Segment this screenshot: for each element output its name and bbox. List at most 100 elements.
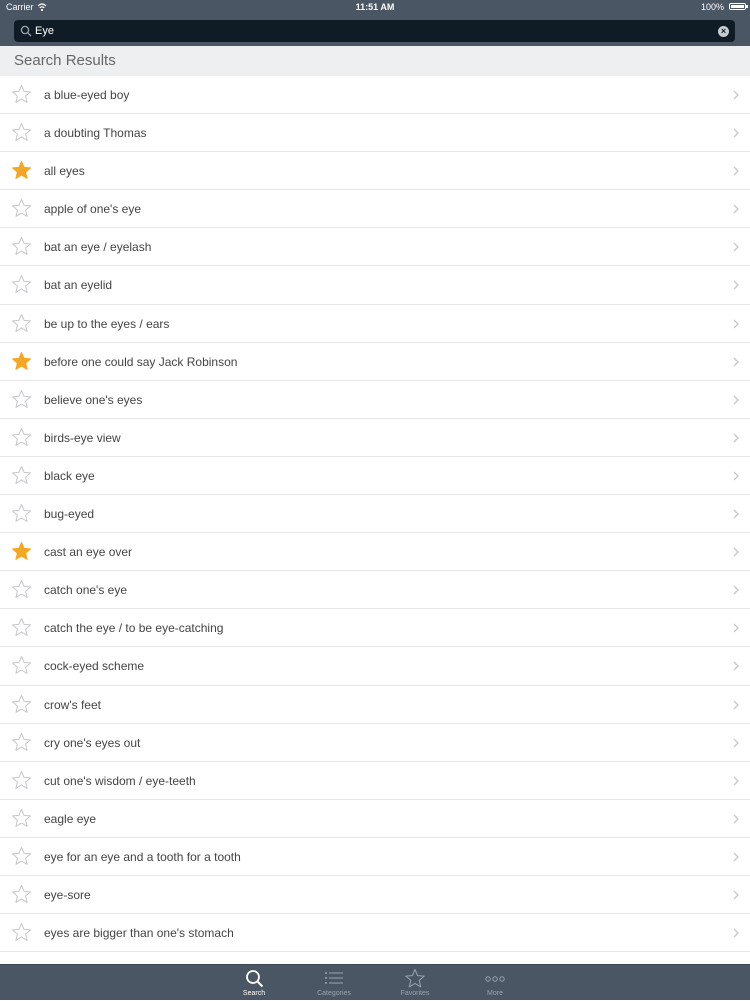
tab-search[interactable]: Search (224, 965, 284, 1001)
chevron-right-icon (733, 90, 739, 100)
chevron-right-icon (733, 166, 739, 176)
star-outline-icon[interactable] (11, 236, 32, 257)
list-item-label: eye for an eye and a tooth for a tooth (44, 849, 241, 864)
search-input[interactable] (35, 20, 715, 42)
list-item[interactable]: be up to the eyes / ears (0, 305, 750, 343)
search-field-container[interactable]: × (14, 20, 735, 42)
star-outline-icon[interactable] (11, 427, 32, 448)
chevron-right-icon (733, 738, 739, 748)
star-outline-icon[interactable] (11, 122, 32, 143)
list-item[interactable]: cock-eyed scheme (0, 647, 750, 686)
list-item[interactable]: eye-sore (0, 876, 750, 915)
tab-more[interactable]: More (465, 965, 525, 1001)
star-outline-icon[interactable] (11, 846, 32, 867)
list-item[interactable]: eagle eye (0, 800, 750, 838)
clear-search-icon[interactable]: × (718, 26, 729, 37)
search-icon (20, 25, 32, 37)
star-outline-icon[interactable] (11, 808, 32, 829)
star-outline-icon[interactable] (11, 84, 32, 105)
list-item-label: black eye (44, 468, 95, 483)
list-item-label: before one could say Jack Robinson (44, 354, 238, 369)
chevron-right-icon (733, 509, 739, 519)
chevron-right-icon (733, 890, 739, 900)
list-item[interactable]: bat an eyelid (0, 266, 750, 305)
star-icon (405, 969, 425, 988)
list-item[interactable]: a doubting Thomas (0, 114, 750, 153)
star-outline-icon[interactable] (11, 503, 32, 524)
list-item[interactable]: cry one's eyes out (0, 724, 750, 762)
list-item[interactable]: all eyes (0, 152, 750, 191)
status-bar: Carrier 11:51 AM 100% (0, 0, 750, 14)
star-filled-icon[interactable] (11, 351, 32, 372)
list-item[interactable]: bat an eye / eyelash (0, 228, 750, 267)
tab-categories[interactable]: Categories (304, 965, 364, 1001)
list-item-label: cock-eyed scheme (44, 659, 145, 674)
tab-favorites[interactable]: Favorites (385, 965, 445, 1001)
list-item[interactable]: before one could say Jack Robinson (0, 343, 750, 381)
list-item-label: cry one's eyes out (44, 735, 141, 750)
list-item-label: bug-eyed (44, 507, 95, 522)
list-item[interactable]: crow's feet (0, 686, 750, 724)
list-item[interactable]: catch one's eye (0, 571, 750, 610)
star-outline-icon[interactable] (11, 617, 32, 638)
more-icon (485, 976, 505, 982)
star-outline-icon[interactable] (11, 922, 32, 943)
chevron-right-icon (733, 433, 739, 443)
list-item-label: a blue-eyed boy (44, 88, 130, 102)
chevron-right-icon (733, 547, 739, 557)
list-item[interactable]: birds-eye view (0, 419, 750, 457)
list-item-label: birds-eye view (44, 430, 121, 445)
chevron-right-icon (733, 319, 739, 329)
list-item-label: a doubting Thomas (44, 126, 147, 141)
list-item[interactable]: catch the eye / to be eye-catching (0, 609, 750, 648)
chevron-right-icon (733, 700, 739, 709)
chevron-right-icon (733, 357, 739, 367)
star-outline-icon[interactable] (11, 655, 32, 676)
star-outline-icon[interactable] (11, 884, 32, 905)
star-outline-icon[interactable] (11, 274, 32, 295)
list-icon (325, 972, 343, 984)
list-item[interactable]: a blue-eyed boy (0, 76, 750, 115)
star-outline-icon[interactable] (11, 313, 32, 334)
list-item-label: eye-sore (44, 887, 91, 902)
tab-label: Search (242, 990, 266, 997)
list-item[interactable]: bug-eyed (0, 495, 750, 534)
chevron-right-icon (733, 661, 739, 671)
tab-label: Categories (317, 990, 351, 997)
star-filled-icon[interactable] (11, 160, 32, 181)
star-outline-icon[interactable] (11, 770, 32, 791)
star-outline-icon[interactable] (11, 465, 32, 486)
star-outline-icon[interactable] (11, 579, 32, 600)
list-item-label: bat an eye / eyelash (44, 240, 152, 255)
star-outline-icon[interactable] (11, 389, 32, 410)
list-item-label: all eyes (44, 164, 85, 179)
list-item-label: eyes are bigger than one's stomach (44, 926, 234, 941)
list-item-label: cast an eye over (44, 545, 133, 560)
list-item[interactable]: cut one's wisdom / eye-teeth (0, 762, 750, 800)
results-list: a blue-eyed boy a doubting Thomas all eyes… (0, 76, 750, 964)
chevron-right-icon (733, 242, 739, 252)
section-header: Search Results (0, 46, 750, 76)
chevron-right-icon (733, 204, 739, 214)
list-item-label: crow's feet (44, 697, 101, 712)
list-item[interactable]: eyes are bigger than one's stomach (0, 914, 750, 953)
list-item[interactable]: cast an eye over (0, 533, 750, 572)
chevron-right-icon (733, 128, 739, 138)
chevron-right-icon (733, 852, 739, 862)
star-outline-icon[interactable] (11, 732, 32, 753)
list-item[interactable]: apple of one's eye (0, 190, 750, 229)
list-item[interactable]: believe one's eyes (0, 381, 750, 419)
star-outline-icon[interactable] (11, 694, 32, 715)
tab-label: Favorites (400, 990, 430, 997)
list-item-label: believe one's eyes (44, 392, 143, 407)
list-item-label: catch one's eye (44, 583, 128, 598)
list-item[interactable]: black eye (0, 457, 750, 496)
chevron-right-icon (733, 776, 739, 786)
chevron-right-icon (733, 814, 739, 824)
battery-icon (729, 3, 748, 10)
chevron-right-icon (733, 623, 739, 633)
star-filled-icon[interactable] (11, 541, 32, 562)
tab-bar: Search Categories Favorites More (0, 964, 750, 1000)
list-item[interactable]: eye for an eye and a tooth for a tooth (0, 838, 750, 876)
star-outline-icon[interactable] (11, 198, 32, 219)
